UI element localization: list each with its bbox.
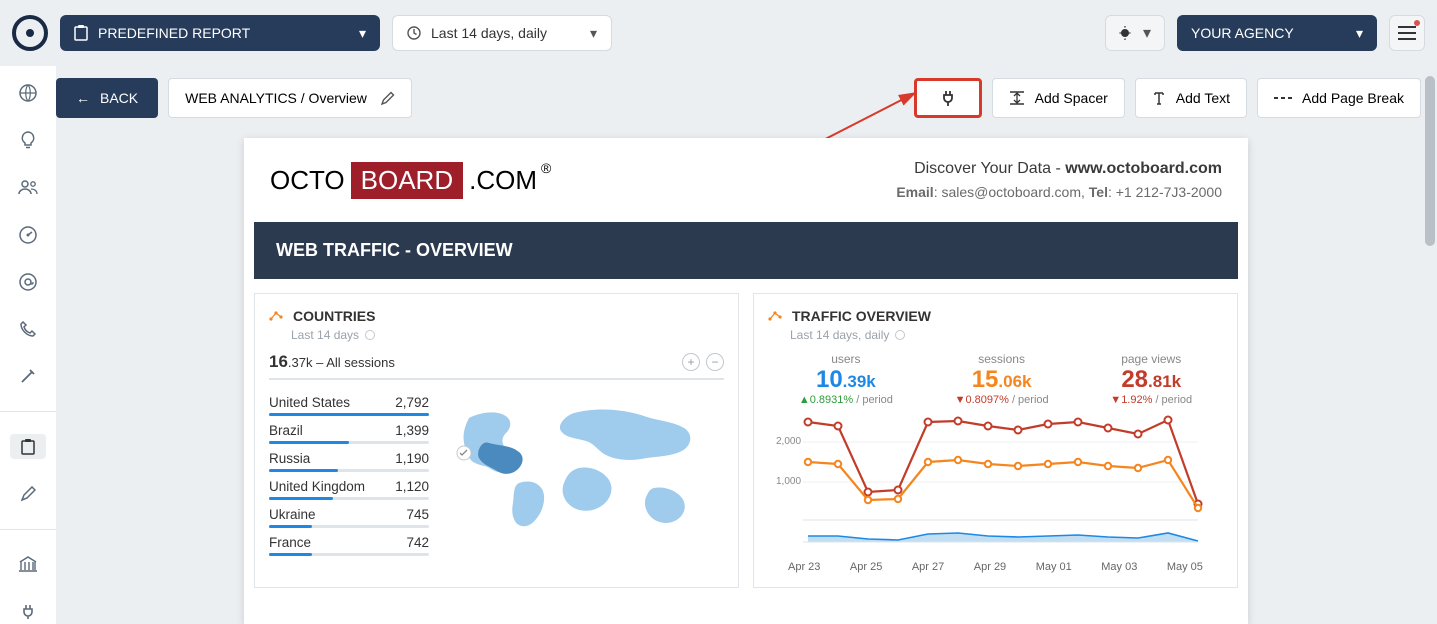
editor-toolbar: ← BACK WEB ANALYTICS / Overview Add Spac…: [56, 76, 1421, 120]
topbar: PREDEFINED REPORT ▾ Last 14 days, daily …: [0, 0, 1437, 66]
report-section-title: WEB TRAFFIC - OVERVIEW: [254, 222, 1238, 279]
svg-text:2,000: 2,000: [776, 436, 801, 447]
country-list: United States2,792 Brazil1,399 Russia1,1…: [269, 388, 429, 558]
arrow-left-icon: ←: [76, 90, 90, 106]
spacer-icon: [1009, 90, 1025, 106]
report-dropdown[interactable]: PREDEFINED REPORT ▾: [60, 15, 380, 51]
contact-block: Discover Your Data - www.octoboard.com E…: [896, 160, 1222, 200]
metrics-row: users 10.39k ▲0.8931% / period sessions …: [768, 352, 1223, 406]
analytics-icon: [768, 310, 784, 322]
brand-logo: OCTO BOARD .COM ®: [270, 160, 553, 200]
sidebar-bulb[interactable]: [10, 127, 46, 152]
sidebar-people[interactable]: [10, 175, 46, 200]
add-widget-button[interactable]: [914, 78, 982, 118]
sidebar-phone[interactable]: [10, 316, 46, 341]
world-map[interactable]: [443, 388, 724, 558]
breadcrumb-text: WEB ANALYTICS / Overview: [185, 90, 367, 106]
sidebar-edit[interactable]: [10, 481, 46, 506]
agency-dropdown-label: YOUR AGENCY: [1191, 25, 1294, 41]
add-spacer-button[interactable]: Add Spacer: [992, 78, 1125, 118]
pencil-icon: [381, 91, 395, 105]
text-icon: [1152, 90, 1166, 106]
sidebar-gauge[interactable]: [10, 222, 46, 247]
list-item: Brazil1,399: [269, 416, 429, 444]
svg-text:1,000: 1,000: [776, 476, 801, 487]
caret-down-icon: ▾: [1143, 23, 1151, 43]
add-text-label: Add Text: [1176, 90, 1230, 106]
date-dropdown-label: Last 14 days, daily: [431, 25, 547, 41]
chart-x-axis: Apr 23Apr 25Apr 27Apr 29May 01May 03May …: [768, 557, 1223, 573]
sidebar-bank[interactable]: [10, 551, 46, 576]
clock-icon: [407, 26, 421, 40]
widget-countries[interactable]: COUNTRIES Last 14 days 16.37k – All sess…: [254, 293, 739, 588]
sidebar: [0, 66, 56, 624]
gear-icon: [365, 330, 375, 340]
back-button[interactable]: ← BACK: [56, 78, 158, 118]
report-header: OCTO BOARD .COM ® Discover Your Data - w…: [244, 138, 1248, 222]
plug-icon: [939, 89, 957, 107]
app-logo: [12, 15, 48, 51]
add-page-break-button[interactable]: Add Page Break: [1257, 78, 1421, 118]
theme-toggle[interactable]: ▾: [1105, 15, 1165, 51]
add-spacer-label: Add Spacer: [1035, 90, 1108, 106]
page-break-icon: [1274, 93, 1292, 103]
daynight-icon: [1119, 25, 1137, 41]
sidebar-globe[interactable]: [10, 80, 46, 105]
main-menu-button[interactable]: [1389, 15, 1425, 51]
widget-traffic-overview[interactable]: TRAFFIC OVERVIEW Last 14 days, daily use…: [753, 293, 1238, 588]
metric-pageviews: page views 28.81k ▼1.92% / period: [1110, 352, 1192, 406]
list-item: France742: [269, 528, 429, 556]
agency-dropdown[interactable]: YOUR AGENCY ▾: [1177, 15, 1377, 51]
report-dropdown-label: PREDEFINED REPORT: [98, 25, 250, 41]
date-dropdown[interactable]: Last 14 days, daily ▾: [392, 15, 612, 51]
caret-down-icon: ▾: [359, 25, 366, 42]
metric-users: users 10.39k ▲0.8931% / period: [799, 352, 893, 406]
sidebar-at[interactable]: [10, 269, 46, 294]
sidebar-wand[interactable]: [10, 364, 46, 389]
metric-sessions: sessions 15.06k ▼0.8097% / period: [955, 352, 1049, 406]
add-page-break-label: Add Page Break: [1302, 90, 1404, 106]
caret-down-icon: ▾: [1356, 25, 1363, 42]
caret-down-icon: ▾: [590, 25, 597, 42]
minus-icon[interactable]: −: [706, 353, 724, 371]
add-text-button[interactable]: Add Text: [1135, 78, 1247, 118]
traffic-chart: 2,000 1,000: [768, 412, 1208, 557]
gear-icon: [895, 330, 905, 340]
widget-title: COUNTRIES: [293, 308, 375, 324]
plus-icon[interactable]: +: [682, 353, 700, 371]
widget-title: TRAFFIC OVERVIEW: [792, 308, 931, 324]
analytics-icon: [269, 310, 285, 322]
list-item: Russia1,190: [269, 444, 429, 472]
back-label: BACK: [100, 90, 138, 106]
report-canvas: OCTO BOARD .COM ® Discover Your Data - w…: [244, 138, 1248, 624]
scrollbar[interactable]: [1425, 76, 1435, 620]
clipboard-icon: [74, 25, 88, 41]
list-item: United States2,792: [269, 388, 429, 416]
breadcrumb-editor[interactable]: WEB ANALYTICS / Overview: [168, 78, 412, 118]
list-item: Ukraine745: [269, 500, 429, 528]
sidebar-report[interactable]: [10, 434, 46, 459]
list-item: United Kingdom1,120: [269, 472, 429, 500]
sidebar-plug[interactable]: [10, 599, 46, 624]
